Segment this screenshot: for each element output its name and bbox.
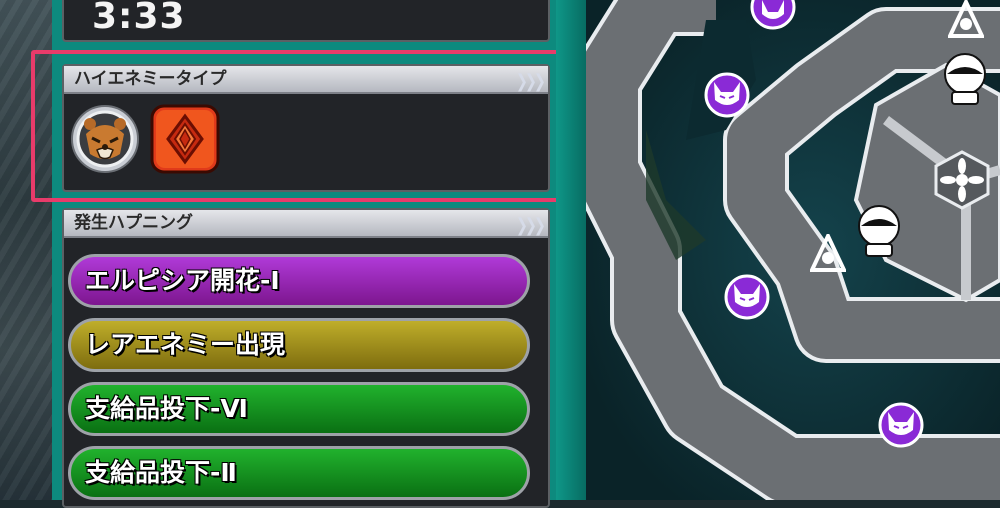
hex-map-paths [586,0,1000,500]
happenings-title: 発生ハプニング [74,213,193,233]
crystal-ball-icon[interactable] [856,204,902,264]
triangle-emblem-icon[interactable] [946,0,986,44]
triangle-emblem-icon[interactable] [808,231,848,278]
hex-map[interactable] [586,0,1000,500]
demon-face-icon[interactable] [724,274,770,324]
demon-face-icon[interactable] [878,402,924,452]
demon-face-icon[interactable] [750,0,796,34]
happenings-panel: 発生ハプニング ❯ ❯ ❯ エルピシア開花-Ⅰ レアエネミー出現 支給品投下-Ⅵ 支… [62,208,550,508]
demon-face-icon[interactable] [704,72,750,122]
happening-item-supply-drop-6[interactable]: 支給品投下-Ⅵ [68,382,530,436]
happening-item-bloom[interactable]: エルピシア開花-Ⅰ [68,254,530,308]
timer-panel: 3:33 [62,0,550,42]
high-enemy-highlight-frame [31,50,571,202]
chevron-right-icon: ❯ ❯ ❯ [515,215,546,236]
timer-value: 3:33 [92,0,186,37]
crystal-ball-icon[interactable] [942,52,988,112]
panel-edge [556,0,586,500]
happening-item-supply-drop-2[interactable]: 支給品投下-Ⅱ [68,446,530,500]
flower-emblem-icon[interactable] [932,150,992,214]
happening-item-rare-enemy[interactable]: レアエネミー出現 [68,318,530,372]
happenings-header: 発生ハプニング ❯ ❯ ❯ [64,210,548,238]
